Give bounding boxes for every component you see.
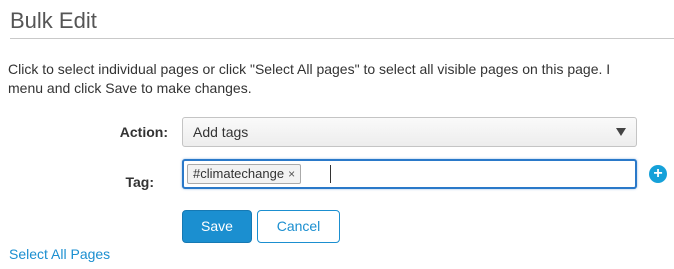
tag-input[interactable]: #climatechange × bbox=[182, 159, 637, 189]
text-cursor bbox=[330, 165, 331, 183]
title-divider bbox=[10, 38, 674, 39]
select-all-pages-link[interactable]: Select All Pages bbox=[9, 246, 110, 262]
chevron-down-icon bbox=[616, 128, 626, 136]
panel-title: Bulk Edit bbox=[10, 8, 97, 33]
cancel-button[interactable]: Cancel bbox=[257, 210, 340, 243]
action-select-value: Add tags bbox=[193, 124, 249, 140]
instructions-text: Click to select individual pages or clic… bbox=[8, 60, 674, 98]
add-tag-button[interactable]: + bbox=[649, 165, 667, 183]
close-icon[interactable]: × bbox=[288, 167, 295, 181]
action-label: Action: bbox=[119, 124, 168, 140]
instructions-line-1: Click to select individual pages or clic… bbox=[8, 61, 611, 77]
tag-label: Tag: bbox=[125, 174, 154, 190]
save-button[interactable]: Save bbox=[182, 210, 252, 243]
tag-chip-label: #climatechange bbox=[193, 166, 285, 181]
tag-chip: #climatechange × bbox=[187, 164, 302, 184]
instructions-line-2: menu and click Save to make changes. bbox=[8, 80, 252, 96]
action-select[interactable]: Add tags bbox=[182, 117, 637, 147]
